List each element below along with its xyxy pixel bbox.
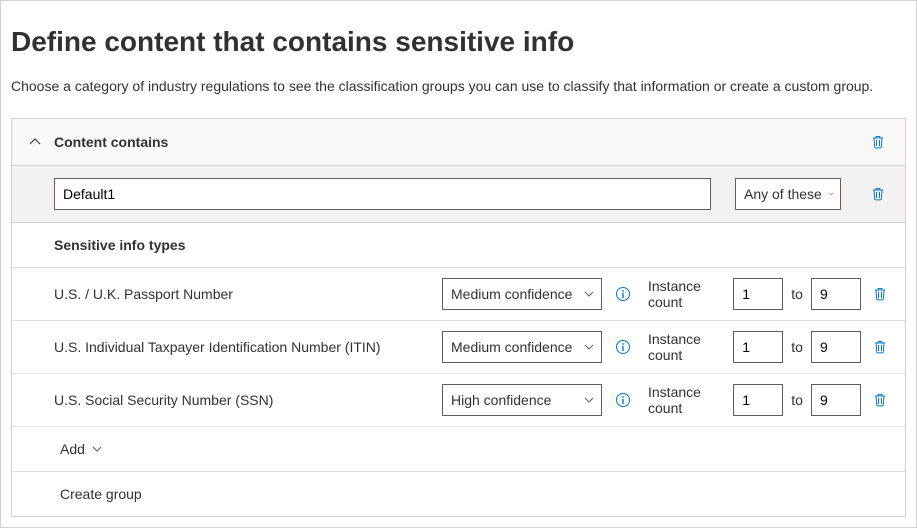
sit-row: U.S. / U.K. Passport Number Medium confi…: [12, 268, 905, 321]
info-button[interactable]: [610, 334, 636, 360]
panel-title: Content contains: [54, 134, 865, 150]
delete-row-button[interactable]: [869, 281, 891, 307]
create-group-label: Create group: [60, 486, 142, 502]
chevron-down-icon: [583, 288, 595, 300]
sit-name: U.S. Individual Taxpayer Identification …: [54, 339, 442, 355]
add-row: Add: [12, 427, 905, 472]
info-button[interactable]: [610, 281, 636, 307]
info-icon: [615, 286, 631, 302]
delete-group-button[interactable]: [865, 181, 891, 207]
delete-row-button[interactable]: [869, 387, 891, 413]
instance-count-from[interactable]: [733, 384, 783, 416]
trash-icon: [872, 392, 888, 408]
group-name-input[interactable]: [54, 178, 711, 210]
chevron-down-icon: [91, 443, 103, 455]
confidence-dropdown[interactable]: Medium confidence: [442, 331, 602, 363]
chevron-down-icon: [583, 394, 595, 406]
confidence-label: Medium confidence: [451, 286, 577, 302]
page-intro: Choose a category of industry regulation…: [11, 77, 906, 97]
panel-header: Content contains: [12, 119, 905, 166]
page-title: Define content that contains sensitive i…: [11, 25, 906, 59]
chevron-down-icon: [583, 341, 595, 353]
create-group-row: Create group: [12, 472, 905, 516]
confidence-dropdown[interactable]: High confidence: [442, 384, 602, 416]
add-button[interactable]: Add: [60, 441, 103, 457]
sit-name: U.S. / U.K. Passport Number: [54, 286, 442, 302]
collapse-toggle[interactable]: [26, 133, 44, 151]
chevron-up-icon: [29, 136, 41, 148]
sensitive-info-types-heading: Sensitive info types: [12, 223, 905, 268]
trash-icon: [870, 134, 886, 150]
instance-count-from[interactable]: [733, 278, 783, 310]
confidence-label: Medium confidence: [451, 339, 577, 355]
match-mode-label: Any of these: [744, 186, 822, 202]
instance-count-to[interactable]: [811, 278, 861, 310]
to-label: to: [791, 392, 803, 408]
info-icon: [615, 339, 631, 355]
group-header: Any of these: [12, 166, 905, 223]
add-label: Add: [60, 441, 85, 457]
delete-panel-button[interactable]: [865, 129, 891, 155]
to-label: to: [791, 339, 803, 355]
sit-row: U.S. Individual Taxpayer Identification …: [12, 321, 905, 374]
trash-icon: [870, 186, 886, 202]
confidence-dropdown[interactable]: Medium confidence: [442, 278, 602, 310]
sit-row: U.S. Social Security Number (SSN) High c…: [12, 374, 905, 427]
instance-count-to[interactable]: [811, 331, 861, 363]
instance-count-label: Instance count: [648, 384, 725, 416]
instance-count-to[interactable]: [811, 384, 861, 416]
chevron-down-icon: [828, 188, 834, 200]
confidence-label: High confidence: [451, 392, 577, 408]
info-button[interactable]: [610, 387, 636, 413]
content-contains-panel: Content contains Any of these Sensitive …: [11, 118, 906, 517]
to-label: to: [791, 286, 803, 302]
trash-icon: [872, 339, 888, 355]
trash-icon: [872, 286, 888, 302]
instance-count-label: Instance count: [648, 278, 725, 310]
instance-count-label: Instance count: [648, 331, 725, 363]
instance-count-from[interactable]: [733, 331, 783, 363]
match-mode-dropdown[interactable]: Any of these: [735, 178, 841, 210]
info-icon: [615, 392, 631, 408]
create-group-button[interactable]: Create group: [60, 486, 142, 502]
sit-name: U.S. Social Security Number (SSN): [54, 392, 442, 408]
delete-row-button[interactable]: [869, 334, 891, 360]
